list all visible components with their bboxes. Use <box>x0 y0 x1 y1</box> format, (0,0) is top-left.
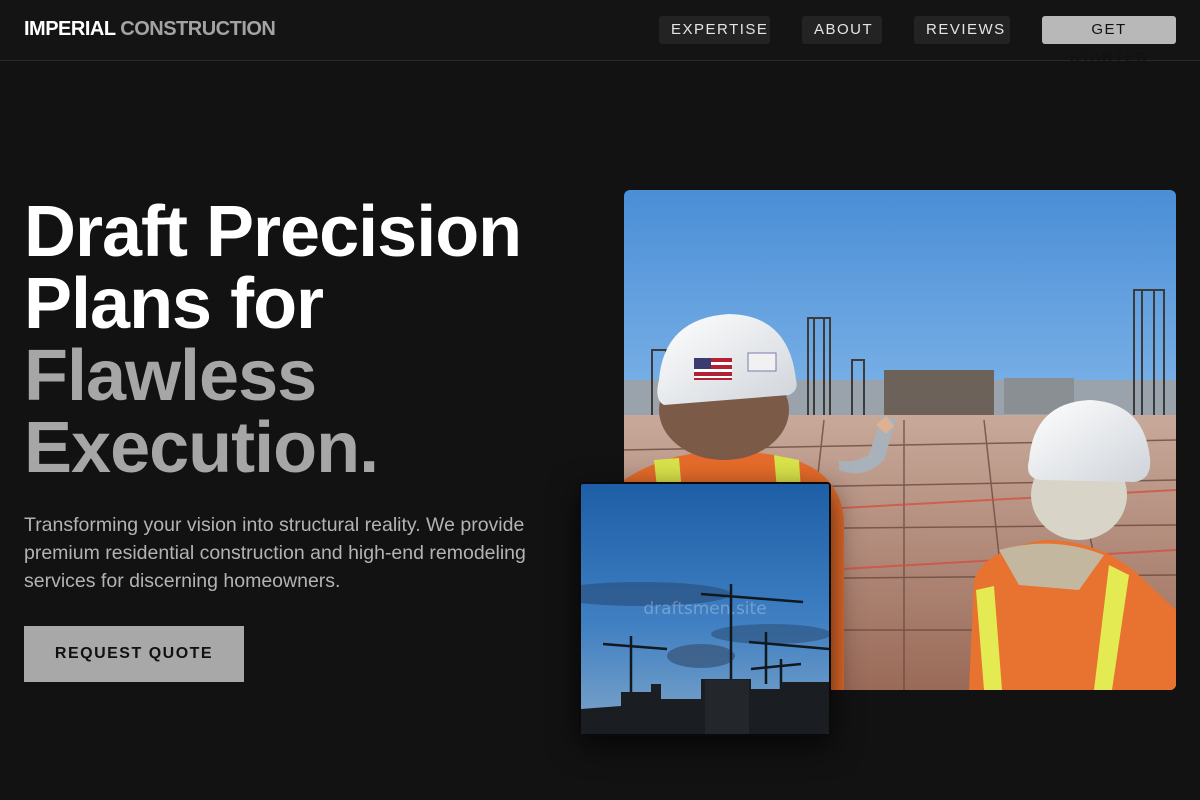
headline-line-3: Flawless <box>24 336 317 416</box>
headline-line-2: Plans for <box>24 264 324 344</box>
site-header: IMPERIAL CONSTRUCTION EXPERTISE ABOUT RE… <box>0 0 1200 66</box>
crane-skyline-photo: draftsmen.site <box>579 482 831 736</box>
nav-reviews[interactable]: REVIEWS <box>914 16 1010 44</box>
watermark-text: draftsmen.site <box>643 599 767 619</box>
hero-headline: Draft Precision Plans for Flawless Execu… <box>24 192 522 488</box>
logo-secondary: CONSTRUCTION <box>120 18 276 40</box>
get-started-button[interactable]: GET STARTED <box>1042 16 1176 66</box>
logo-primary: IMPERIAL <box>24 18 116 40</box>
hero-subtext: Transforming your vision into structural… <box>24 514 526 592</box>
nav-expertise[interactable]: EXPERTISE <box>659 16 770 44</box>
nav-about[interactable]: ABOUT <box>802 16 882 44</box>
logo[interactable]: IMPERIAL CONSTRUCTION <box>24 18 276 41</box>
headline-line-4: Execution. <box>24 408 379 488</box>
request-quote-button[interactable]: REQUEST QUOTE <box>24 626 244 682</box>
headline-line-1: Draft Precision <box>24 192 522 272</box>
